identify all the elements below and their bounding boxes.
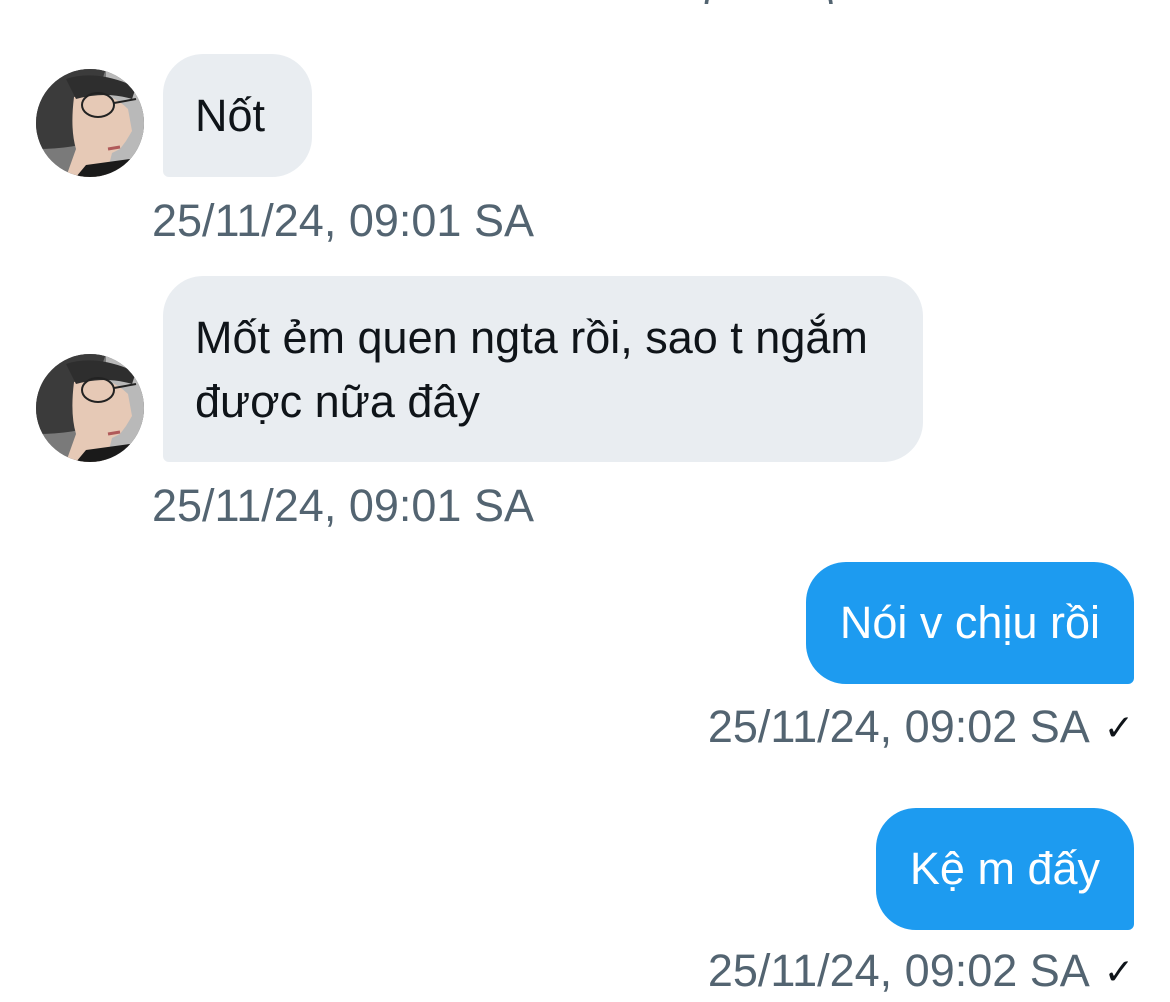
check-icon: ✓ [1103, 951, 1134, 992]
message-bubble-incoming[interactable]: Mốt ẻm quen ngta rồi, sao t ngắm được nữ… [163, 276, 923, 462]
message-timestamp: 25/11/24, 09:01 SA [152, 480, 534, 531]
message-bubble-incoming[interactable]: Nốt [163, 54, 312, 177]
message-timestamp: 25/11/24, 09:01 SA [152, 195, 534, 246]
message-bubble-outgoing[interactable]: Kệ m đấy [875, 808, 1134, 930]
message-timestamp-row: 25/11/24, 09:02 SA ✓ [708, 946, 1134, 997]
clipped-previous-line: ( ) [640, 0, 870, 4]
clipped-glyph: ) [822, 0, 835, 4]
avatar-photo-icon [36, 69, 144, 177]
avatar-photo-icon [36, 354, 144, 462]
check-icon: ✓ [1103, 707, 1134, 748]
clipped-glyph: ( [702, 0, 715, 4]
message-timestamp: 25/11/24, 09:02 SA [707, 945, 1090, 996]
message-timestamp: 25/11/24, 09:02 SA [707, 701, 1090, 752]
avatar[interactable] [36, 354, 144, 462]
message-text: Mốt ẻm quen ngta rồi, sao t ngắm được nữ… [195, 312, 868, 427]
message-text: Nói v chịu rồi [839, 597, 1100, 648]
message-timestamp-row: 25/11/24, 09:02 SA ✓ [708, 702, 1134, 753]
message-text: Kệ m đấy [909, 843, 1100, 894]
message-text: Nốt [195, 90, 266, 141]
avatar[interactable] [36, 69, 144, 177]
message-bubble-outgoing[interactable]: Nói v chịu rồi [805, 562, 1134, 684]
